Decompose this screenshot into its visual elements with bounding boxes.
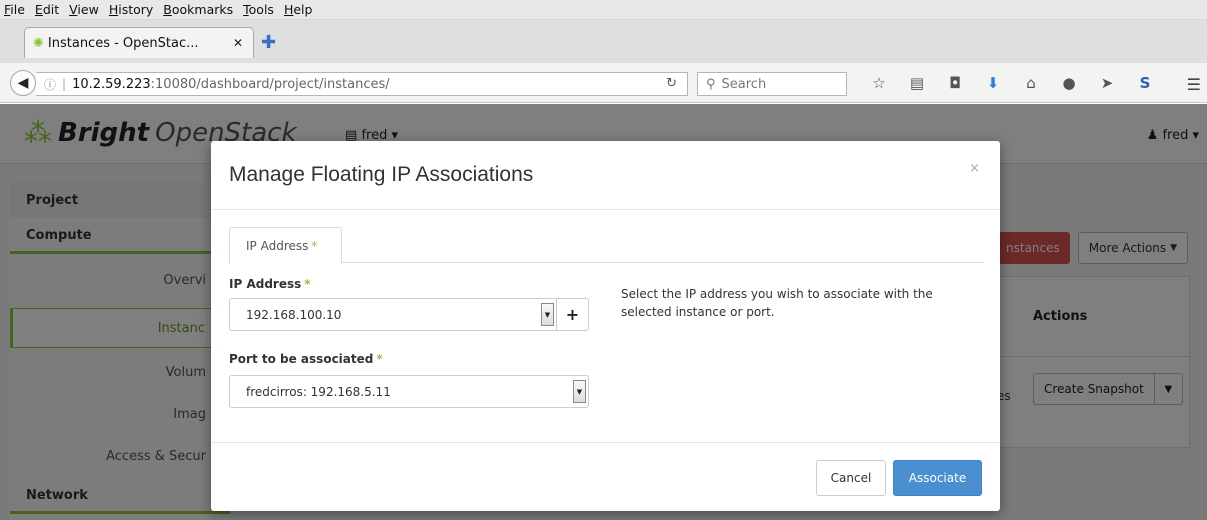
menu-bookmarks[interactable]: Bookmarks: [163, 2, 233, 17]
port-label-text: Port to be associated: [229, 352, 374, 366]
tab-label: IP Address: [246, 238, 309, 253]
search-icon: ⚲: [706, 76, 716, 92]
search-placeholder: Search: [721, 76, 767, 92]
browser-menubar: File Edit View History Bookmarks Tools H…: [0, 0, 1207, 20]
port-value: fredcirros: 192.168.5.11: [246, 384, 391, 399]
toolbar-icons: ☆ ▤ ◘ ⬇ ⌂ ● ➤ S: [860, 74, 1164, 92]
menu-file[interactable]: File: [4, 2, 25, 17]
floating-ip-modal: Manage Floating IP Associations × IP Add…: [211, 141, 1000, 511]
url-separator: |: [62, 77, 67, 91]
modal-title: Manage Floating IP Associations: [229, 163, 534, 186]
url-path: :10080/dashboard/project/instances/: [150, 76, 390, 92]
chat-icon[interactable]: ●: [1050, 74, 1088, 92]
browser-search-input[interactable]: ⚲ Search: [697, 72, 847, 96]
modal-close-icon[interactable]: ×: [969, 161, 980, 176]
tab-close-icon[interactable]: ✕: [233, 36, 243, 50]
bookmark-star-icon[interactable]: ☆: [860, 74, 898, 92]
menu-edit[interactable]: Edit: [35, 2, 59, 17]
reload-icon[interactable]: ↻: [666, 76, 677, 91]
tab-title: Instances - OpenStac...: [47, 35, 199, 51]
ip-address-label-text: IP Address: [229, 277, 302, 291]
select-arrow-icon: ▼: [573, 380, 586, 403]
pocket-icon[interactable]: ◘: [936, 74, 974, 92]
ip-address-value: 192.168.100.10: [246, 307, 342, 322]
back-button[interactable]: ◀: [10, 70, 36, 96]
download-icon[interactable]: ⬇: [974, 74, 1012, 92]
openstack-favicon-icon: ✺: [33, 35, 44, 51]
ip-address-label: IP Address *: [229, 277, 311, 291]
modal-header: Manage Floating IP Associations ×: [211, 141, 1000, 210]
home-icon[interactable]: ⌂: [1012, 74, 1050, 92]
browser-tab-instances[interactable]: ✺ Instances - OpenStac... ✕: [24, 27, 254, 58]
menu-tools[interactable]: Tools: [243, 2, 274, 17]
modal-footer: Cancel Associate: [211, 442, 1000, 511]
hamburger-menu-icon[interactable]: ☰: [1187, 75, 1201, 94]
send-icon[interactable]: ➤: [1088, 74, 1126, 92]
reading-list-icon[interactable]: ▤: [898, 74, 936, 92]
help-text: Select the IP address you wish to associ…: [621, 287, 933, 319]
port-select[interactable]: fredcirros: 192.168.5.11 ▼: [229, 375, 589, 408]
new-tab-icon[interactable]: ✚: [261, 32, 276, 53]
back-arrow-icon: ◀: [17, 75, 29, 91]
ip-address-select[interactable]: 192.168.100.10 ▼: [229, 298, 557, 331]
required-mark: *: [311, 238, 318, 253]
url-host: 10.2.59.223: [72, 76, 151, 92]
allocate-ip-button[interactable]: +: [557, 298, 589, 331]
url-bar[interactable]: ⓘ | 10.2.59.223 :10080/dashboard/project…: [36, 72, 688, 96]
skype-icon[interactable]: S: [1126, 74, 1164, 92]
associate-button[interactable]: Associate: [893, 460, 982, 496]
menu-view[interactable]: View: [69, 2, 99, 17]
cancel-button[interactable]: Cancel: [816, 460, 886, 496]
select-arrow-icon: ▼: [541, 303, 554, 326]
browser-tabbar: ✺ Instances - OpenStac... ✕ ✚: [0, 20, 1207, 63]
modal-tabs: IP Address *: [229, 227, 984, 264]
required-mark: *: [376, 352, 383, 366]
plus-icon: +: [565, 305, 580, 324]
menu-history[interactable]: History: [109, 2, 153, 17]
tab-ip-address[interactable]: IP Address *: [229, 227, 342, 264]
browser-navbar: ◀ ⓘ | 10.2.59.223 :10080/dashboard/proje…: [0, 63, 1207, 103]
port-label: Port to be associated *: [229, 352, 383, 366]
required-mark: *: [304, 277, 311, 291]
site-identity-icon[interactable]: ⓘ: [44, 76, 56, 93]
menu-help[interactable]: Help: [284, 2, 313, 17]
